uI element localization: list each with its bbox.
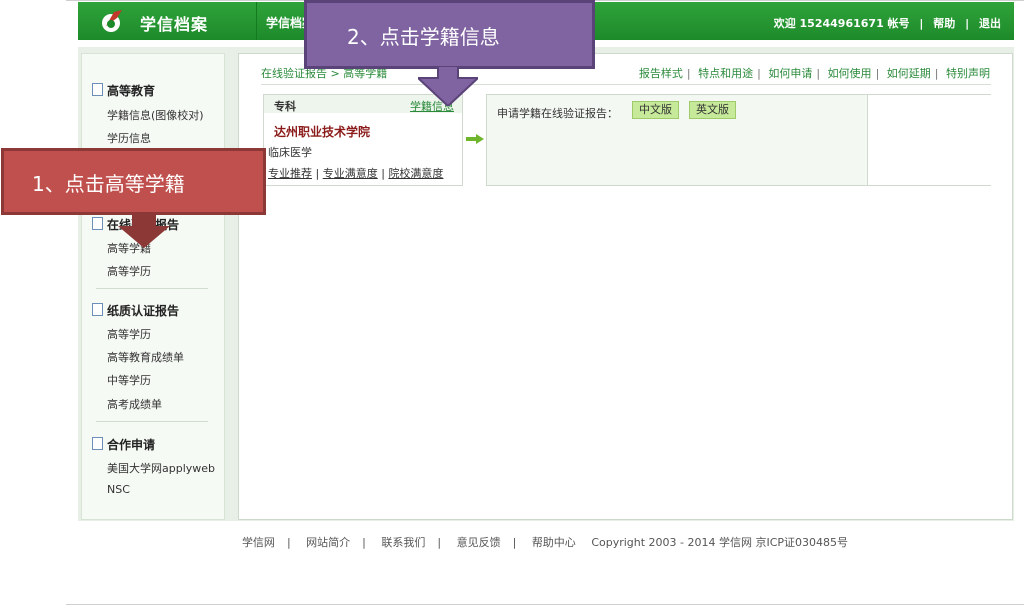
sidebar-item-nsc[interactable]: NSC <box>107 483 130 496</box>
separator: | <box>875 67 880 80</box>
apply-label: 申请学籍在线验证报告： <box>497 107 618 120</box>
logo-icon <box>102 10 122 32</box>
footer-link-contact[interactable]: 联系我们 <box>381 536 425 549</box>
sidebar-section-paper-report: 纸质认证报告 <box>92 302 179 319</box>
document-icon <box>92 303 103 316</box>
major-name: 临床医学 <box>268 146 312 159</box>
footer-link-xuexin[interactable]: 学信网 <box>242 536 275 549</box>
footer-link-feedback[interactable]: 意见反馈 <box>457 536 501 549</box>
sidebar-item-enrollment-info[interactable]: 学籍信息(图像校对) <box>107 107 204 123</box>
welcome-text: 欢迎 15244961671 帐号 <box>773 17 910 30</box>
arrow-right-icon <box>466 134 484 144</box>
main-panel: 在线验证报告 > 高等学籍 报告样式 | 特点和用途 | 如何申请 | 如何使用 | 如… <box>238 53 1013 520</box>
sidebar-item-higher-degree[interactable]: 高等学历 <box>107 263 151 279</box>
header-divider <box>261 84 991 85</box>
section-title: 合作申请 <box>107 438 156 452</box>
sidebar-item-secondary-degree[interactable]: 中等学历 <box>107 372 151 388</box>
footer-link-help[interactable]: 帮助中心 <box>532 536 576 549</box>
sidebar: 高等教育 学籍信息(图像校对) 学历信息 在线验证报告 高等学籍 高等学历 纸质… <box>81 53 225 520</box>
separator: | <box>381 167 385 180</box>
link-statement[interactable]: 特别声明 <box>946 67 990 80</box>
document-icon <box>92 83 103 96</box>
separator: | <box>816 67 821 80</box>
footer-link-about[interactable]: 网站简介 <box>306 536 350 549</box>
sidebar-item-degree-info[interactable]: 学历信息 <box>107 130 151 146</box>
separator: | <box>919 17 924 30</box>
separator: | <box>757 67 761 80</box>
link-how-extend[interactable]: 如何延期 <box>887 67 931 80</box>
brand-title: 学信档案 <box>140 15 209 34</box>
sidebar-item-transcript[interactable]: 高等教育成绩单 <box>107 349 184 365</box>
copyright: Copyright 2003 - 2014 学信网 京ICP证030485号 <box>591 536 849 549</box>
separator: | <box>934 67 939 80</box>
school-name: 达州职业技术学院 <box>274 125 371 139</box>
link-how-apply[interactable]: 如何申请 <box>768 67 812 80</box>
apply-panel: 申请学籍在线验证报告： 中文版 英文版 <box>486 94 991 186</box>
section-title: 纸质认证报告 <box>107 304 180 318</box>
link-features[interactable]: 特点和用途 <box>698 67 753 80</box>
annotation-callout-step2: 2、点击学籍信息 <box>304 0 595 69</box>
education-level: 专科 <box>274 100 296 113</box>
arrow-down-icon <box>418 66 478 106</box>
bottom-divider <box>66 604 1024 605</box>
footer: 学信网 | 网站简介 | 联系我们 | 意见反馈 | 帮助中心 Copyright 20… <box>0 534 1024 550</box>
section-title: 高等教育 <box>107 84 156 98</box>
separator: | <box>286 536 291 549</box>
arrow-down-icon <box>118 212 170 248</box>
separator: | <box>362 536 366 549</box>
apply-panel-side <box>867 95 991 185</box>
separator: | <box>512 536 517 549</box>
link-report-style[interactable]: 报告样式 <box>639 67 683 80</box>
sidebar-section-cooperation: 合作申请 <box>92 436 155 453</box>
callout-text: 2、点击学籍信息 <box>347 25 500 49</box>
enrollment-card: 专科 学籍信息 达州职业技术学院 临床医学 专业推荐 | 专业满意度 | 院校满… <box>263 94 463 186</box>
school-satisfaction-link[interactable]: 院校满意度 <box>388 167 443 180</box>
info-links: 报告样式 | 特点和用途 | 如何申请 | 如何使用 | 如何延期 | 特别声明 <box>637 65 992 81</box>
document-icon <box>92 437 103 450</box>
document-icon <box>92 217 103 230</box>
card-links: 专业推荐 | 专业满意度 | 院校满意度 <box>268 165 443 181</box>
sidebar-section-higher-education: 高等教育 <box>92 82 155 99</box>
user-menu: 欢迎 15244961671 帐号 | 帮助 | 退出 <box>771 15 1004 31</box>
header-separator <box>256 2 257 40</box>
major-recommend-link[interactable]: 专业推荐 <box>268 167 312 180</box>
sidebar-item-exam-scores[interactable]: 高考成绩单 <box>107 396 162 412</box>
sidebar-item-applyweb[interactable]: 美国大学网applyweb <box>107 460 215 476</box>
separator: | <box>437 536 442 549</box>
help-link[interactable]: 帮助 <box>933 17 955 30</box>
english-version-button[interactable]: 英文版 <box>689 101 736 119</box>
sidebar-divider <box>96 421 208 422</box>
sidebar-item-paper-degree[interactable]: 高等学历 <box>107 326 151 342</box>
separator: | <box>686 67 691 80</box>
annotation-callout-step1: 1、点击高等学籍 <box>1 148 266 215</box>
sidebar-divider <box>96 288 208 289</box>
separator: | <box>965 17 970 30</box>
logout-link[interactable]: 退出 <box>979 17 1001 30</box>
separator: | <box>315 167 320 180</box>
callout-text: 1、点击高等学籍 <box>32 172 185 196</box>
apply-panel-body: 申请学籍在线验证报告： 中文版 英文版 <box>487 95 867 185</box>
chinese-version-button[interactable]: 中文版 <box>632 101 679 119</box>
link-how-use[interactable]: 如何使用 <box>828 67 872 80</box>
major-satisfaction-link[interactable]: 专业满意度 <box>323 167 378 180</box>
